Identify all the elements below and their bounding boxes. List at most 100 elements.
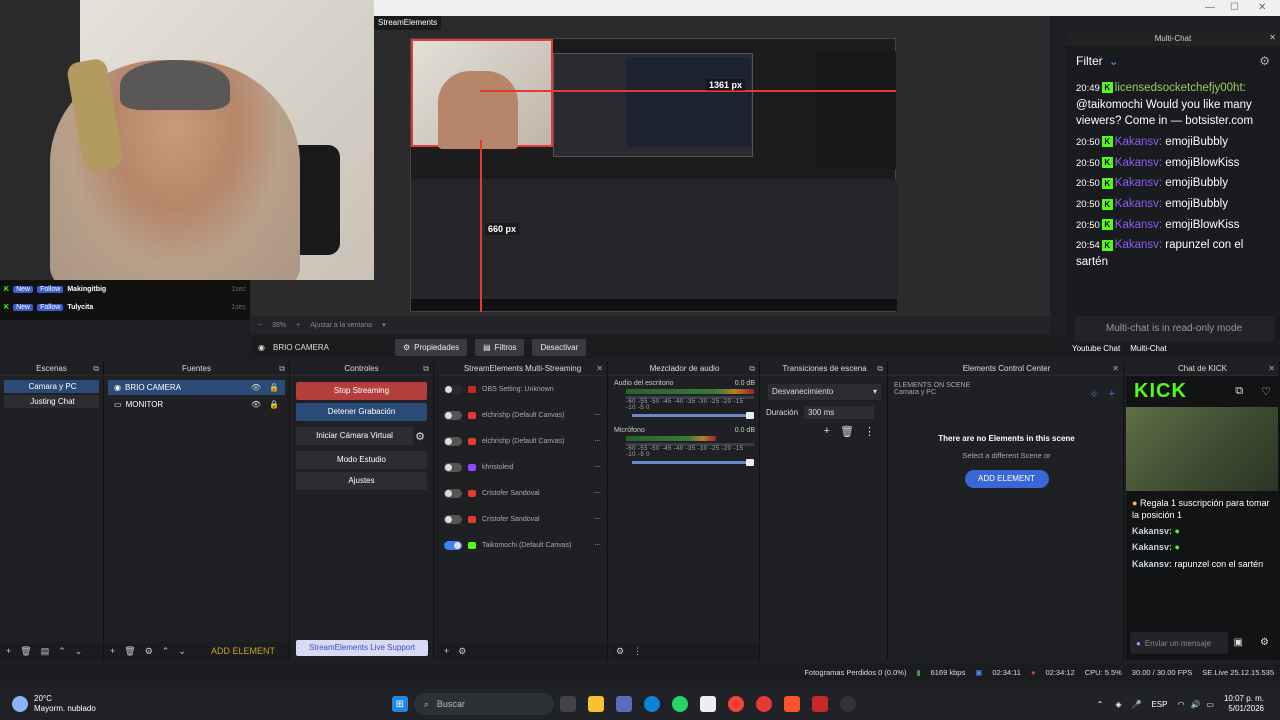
minimize-icon[interactable]: — xyxy=(1205,2,1215,13)
chevron-down-icon[interactable]: ⌄ xyxy=(178,646,186,657)
gear-icon[interactable]: ⚙ xyxy=(145,646,153,657)
zoom-out-icon[interactable]: − xyxy=(258,322,262,329)
chevron-up-icon[interactable]: ⌃ xyxy=(58,646,66,657)
volume-slider[interactable] xyxy=(632,459,754,466)
gear-icon[interactable]: ⚙ xyxy=(1260,637,1269,648)
close-icon[interactable]: ✕ xyxy=(1268,362,1275,376)
maximize-icon[interactable]: ☐ xyxy=(1230,2,1239,13)
duration-input[interactable]: 300 ms xyxy=(804,406,875,419)
add-icon[interactable]: + xyxy=(6,646,11,656)
toggle-switch[interactable] xyxy=(444,410,462,420)
chevron-down-icon[interactable]: ▾ xyxy=(382,321,386,329)
more-icon[interactable]: ⋯ xyxy=(594,489,601,497)
eye-icon[interactable]: 👁 xyxy=(251,400,261,409)
add-icon[interactable]: + xyxy=(824,425,830,438)
gift-icon[interactable]: ▣ xyxy=(1234,637,1243,648)
more-icon[interactable]: ⋯ xyxy=(594,411,601,419)
wifi-icon[interactable]: ◠ xyxy=(1177,700,1184,709)
source-item[interactable]: ▭ MONITOR 👁 🔒 xyxy=(108,397,285,412)
toggle-switch[interactable] xyxy=(444,514,462,524)
more-icon[interactable]: ⋯ xyxy=(594,463,601,471)
magic-icon[interactable]: ✧ xyxy=(1089,388,1098,401)
lock-icon[interactable]: 🔒 xyxy=(269,383,279,392)
popout-icon[interactable]: ⧉ xyxy=(1235,385,1243,398)
mic-icon[interactable]: ● xyxy=(1136,639,1141,648)
gear-icon[interactable]: ⚙ xyxy=(616,646,624,657)
more-icon[interactable]: ⋮ xyxy=(633,646,642,657)
start-virtual-camera-button[interactable]: Iniciar Cámara Virtual xyxy=(296,427,414,445)
app-icon[interactable] xyxy=(811,696,828,712)
obs-icon[interactable] xyxy=(839,696,856,712)
whatsapp-icon[interactable] xyxy=(671,696,688,712)
heart-icon[interactable]: ♡ xyxy=(1261,385,1271,398)
add-icon[interactable]: + xyxy=(444,646,449,656)
volume-slider[interactable] xyxy=(632,412,754,419)
undock-icon[interactable]: ⧉ xyxy=(279,362,285,376)
undock-icon[interactable]: ⧉ xyxy=(749,362,755,376)
windows-start-icon[interactable]: ⊞ xyxy=(391,696,408,712)
network-icon[interactable]: ◈ xyxy=(1115,700,1121,709)
filter-dropdown[interactable]: Filter ⌄ ⚙ xyxy=(1066,46,1280,76)
toggle-switch[interactable] xyxy=(444,462,462,472)
studio-mode-button[interactable]: Modo Estudio xyxy=(296,451,427,469)
chevron-up-icon[interactable]: ⌃ xyxy=(1097,700,1104,709)
chevron-down-icon[interactable]: ⌄ xyxy=(75,646,83,657)
chrome-icon[interactable] xyxy=(727,696,744,712)
trash-icon[interactable]: 🗑 xyxy=(124,646,135,657)
scene-item[interactable]: Justing Chat xyxy=(4,395,99,408)
calculator-icon[interactable] xyxy=(699,696,716,712)
stop-streaming-button[interactable]: Stop Streaming xyxy=(296,382,427,400)
lock-icon[interactable]: 🔒 xyxy=(269,400,279,409)
more-icon[interactable]: ⋯ xyxy=(594,541,601,549)
app-icon[interactable] xyxy=(615,696,632,712)
weather-widget[interactable]: 20°C Mayorm. nublado xyxy=(34,694,96,713)
add-icon[interactable]: + xyxy=(1109,388,1115,401)
gear-icon[interactable]: ⚙ xyxy=(458,646,466,657)
gear-icon[interactable]: ⚙ xyxy=(1259,54,1270,68)
zoom-in-icon[interactable]: + xyxy=(296,322,300,329)
mic-icon[interactable]: 🎤 xyxy=(1131,700,1141,709)
close-icon[interactable]: ✕ xyxy=(1269,33,1276,42)
clock[interactable]: 10:07 p. m. 5/01/2026 xyxy=(1224,694,1264,715)
tab-multi-chat[interactable]: Multi-Chat xyxy=(1130,344,1166,353)
trash-icon[interactable]: 🗑 xyxy=(840,425,854,438)
tab-youtube-chat[interactable]: Youtube Chat xyxy=(1072,344,1120,353)
scene-item[interactable]: Camara y PC xyxy=(4,380,99,393)
toggle-switch[interactable] xyxy=(444,488,462,498)
toggle-switch[interactable] xyxy=(444,540,462,550)
add-element-link[interactable]: ADD ELEMENT xyxy=(211,646,275,656)
add-element-button[interactable]: ADD ELEMENT xyxy=(964,470,1049,488)
stop-recording-button[interactable]: Detener Grabación xyxy=(296,403,427,421)
more-icon[interactable]: ⋮ xyxy=(864,425,875,438)
filter-icon[interactable]: ▤ xyxy=(41,646,50,657)
close-icon[interactable]: ✕ xyxy=(596,362,603,376)
undock-icon[interactable]: ⧉ xyxy=(423,362,429,376)
weather-icon[interactable] xyxy=(12,696,28,712)
folder-icon[interactable] xyxy=(587,696,604,712)
live-support-button[interactable]: StreamElements Live Support xyxy=(296,640,428,656)
deactivate-button[interactable]: Desactivar xyxy=(532,338,587,356)
toggle-switch[interactable] xyxy=(444,384,462,394)
transition-select[interactable]: Desvanecimiento ▾ xyxy=(768,384,881,400)
undock-icon[interactable]: ⧉ xyxy=(877,362,883,376)
language-indicator[interactable]: ESP xyxy=(1151,700,1167,709)
more-icon[interactable]: ⋯ xyxy=(594,437,601,445)
close-icon[interactable]: ✕ xyxy=(1258,2,1266,13)
gear-icon[interactable]: ⚙ xyxy=(415,430,425,443)
properties-button[interactable]: ⚙ Propiedades xyxy=(395,338,468,356)
task-view-icon[interactable] xyxy=(559,696,576,712)
eye-icon[interactable]: 👁 xyxy=(251,383,261,392)
taskbar-search[interactable]: ⌕ Buscar xyxy=(413,693,554,715)
edge-icon[interactable] xyxy=(643,696,660,712)
zoom-mode[interactable]: Ajustar a la ventana xyxy=(310,322,372,329)
chevron-up-icon[interactable]: ⌃ xyxy=(162,646,170,657)
battery-icon[interactable]: ▭ xyxy=(1206,700,1214,709)
toggle-switch[interactable] xyxy=(444,436,462,446)
undock-icon[interactable]: ⧉ xyxy=(93,362,99,376)
source-item[interactable]: ◉ BRIO CAMERA 👁 🔒 xyxy=(108,380,285,395)
opera-icon[interactable] xyxy=(755,696,772,712)
volume-icon[interactable]: 🔊 xyxy=(1190,700,1200,709)
add-icon[interactable]: + xyxy=(110,646,115,656)
close-icon[interactable]: ✕ xyxy=(1112,362,1119,376)
trash-icon[interactable]: 🗑 xyxy=(20,646,31,657)
